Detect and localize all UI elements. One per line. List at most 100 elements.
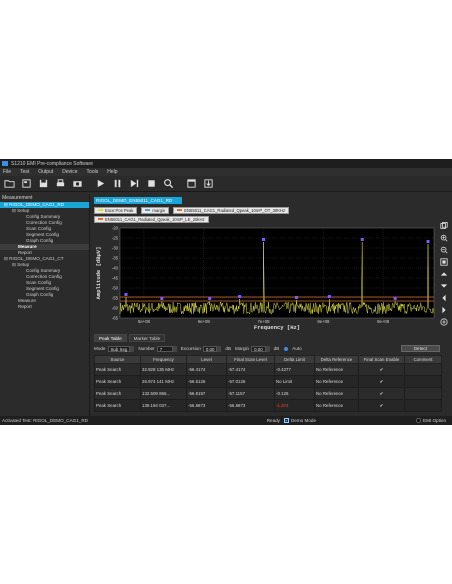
tab-peak-table[interactable]: Peak Table [94, 334, 127, 342]
search-icon[interactable] [161, 177, 175, 190]
table-header-row: Source Frequency Level Final Scan Level … [94, 355, 442, 364]
stop-icon[interactable] [144, 177, 158, 190]
table-row[interactable]: Peak Search 32.928 135 MHz -56.4174 -57.417… [94, 363, 442, 376]
status-bar: Activated Test: RIGOL_DEMO_CAG1_RD Ready… [0, 416, 452, 425]
tree-node-label: Segment Config [26, 232, 59, 237]
table-cell[interactable]: ✔ [358, 375, 405, 388]
menu-help[interactable]: Help [107, 169, 117, 175]
table-cell: -0.126 [274, 387, 315, 400]
app-logo-icon [2, 161, 8, 166]
menu-device[interactable]: Device [62, 169, 77, 175]
new-icon[interactable] [19, 177, 33, 190]
number-stepper[interactable] [172, 345, 177, 352]
peak-marker [393, 297, 397, 300]
peak-marker [360, 238, 364, 241]
table-row[interactable]: Peak Search 26.974 141 MHz -56.6126 -57.012… [94, 375, 442, 388]
table-cell[interactable]: ✔ [358, 363, 405, 376]
y-tick-label: -20 [112, 226, 119, 231]
camera-icon[interactable] [70, 177, 84, 190]
col-delta-reference[interactable]: Delta Reference [314, 355, 359, 364]
legend-limit-1[interactable]: EN55011_CAG1_Radiated_Qpeak_10mP_OT_30KH… [173, 206, 290, 214]
legend-limit-2[interactable]: EN55011_CAG1_Radiated_Qpeak_10mP_LE_20kH… [94, 215, 209, 223]
tree-node-label: Scan Config [26, 226, 52, 231]
table-cell: -56.6873 [226, 399, 275, 412]
table-cell: -57.0126 [226, 375, 275, 388]
y-tick-label: -35 [112, 256, 119, 261]
fit-icon[interactable] [440, 258, 449, 266]
window-title: S1210 EMI Pre-compliance Software [11, 160, 93, 167]
x-tick-label: 5e+08 [138, 319, 151, 324]
menu-test[interactable]: Test [20, 169, 29, 175]
legend-swatch [145, 209, 151, 211]
tree-node[interactable]: Report [0, 304, 89, 310]
window-icon[interactable] [184, 177, 198, 190]
step-icon[interactable] [127, 177, 141, 190]
col-level[interactable]: Level [186, 355, 227, 364]
add-marker-icon[interactable] [440, 318, 449, 326]
col-final-scan-level[interactable]: Final Scan Level [226, 355, 275, 364]
open-folder-icon[interactable] [2, 177, 16, 190]
main-panel: RIGOL_DEMO_EN55011_CAG1_RD trace:Pos Pea… [92, 194, 452, 416]
menu-output[interactable]: Output [38, 169, 53, 175]
table-cell: No Reference [314, 363, 359, 376]
legend-trace[interactable]: trace:Pos Peak [94, 206, 138, 214]
spectrum-plot[interactable]: -20 -25 -30 -35 -40 -45 -50 -55 -60 -65 5e+08 6e+08… [92, 226, 438, 334]
number-input[interactable]: 7 [156, 345, 173, 352]
table-cell[interactable]: ✔ [358, 399, 405, 412]
x-axis-label: Frequency [Hz] [254, 324, 300, 331]
copy-icon[interactable] [440, 222, 449, 230]
activated-test-status: Activated Test: RIGOL_DEMO_CAG1_RD [2, 418, 88, 423]
menu-file[interactable]: File [3, 169, 11, 175]
peak-marker [327, 295, 331, 298]
emi-option-label[interactable]: EMI Option [423, 418, 446, 423]
peak-controls: Mode Sub Seg Number 7 Excursion 0.00 dB … [92, 344, 450, 353]
auto-radio[interactable] [284, 346, 289, 351]
print-icon[interactable] [53, 177, 67, 190]
arrow-up-icon[interactable] [440, 270, 449, 278]
export-icon[interactable] [201, 177, 215, 190]
col-final-scan-enable[interactable]: Final Scan Enable [358, 355, 405, 364]
col-comment[interactable]: Comment [404, 355, 442, 364]
toolbar [0, 176, 452, 192]
y-tick-label: -50 [112, 286, 119, 291]
legend-margin[interactable]: margin [141, 206, 170, 214]
zoom-in-icon[interactable] [440, 234, 449, 242]
tab-marker-table[interactable]: Marker Table [128, 334, 166, 342]
margin-input[interactable]: 0.00 [251, 345, 266, 352]
col-source[interactable]: Source [94, 355, 141, 364]
number-label: Number [138, 346, 155, 351]
legend-label: EN55011_CAG1_Radiated_Qpeak_10mP_LE_20kH… [105, 216, 205, 222]
table-cell[interactable]: ✔ [358, 387, 405, 400]
mode-select[interactable]: Sub Seg [107, 345, 131, 352]
y-axis-label: Amplitude [dBµV] [95, 247, 102, 300]
mode-dropdown-icon[interactable] [130, 345, 135, 352]
table-cell: No Reference [314, 399, 359, 412]
margin-stepper[interactable] [265, 345, 270, 352]
demo-mode-checkbox[interactable]: ✔ [283, 418, 289, 423]
plot-side-tools [438, 222, 450, 326]
table-cell: -57.4174 [226, 363, 275, 376]
play-icon[interactable] [93, 177, 107, 190]
ready-status: Ready [266, 418, 280, 423]
table-row[interactable]: Peak Search 132.509 866... -56.6157 -57.115… [94, 387, 442, 400]
legend-label: trace:Pos Peak [105, 207, 134, 213]
table-row[interactable]: Peak Search 139.194 037... -56.6873 -56.687… [94, 399, 442, 412]
menu-bar: File Test Output Device Tools Help [0, 168, 452, 176]
excursion-input[interactable]: 0.00 [202, 345, 218, 352]
save-icon[interactable] [36, 177, 50, 190]
zoom-out-icon[interactable] [440, 246, 449, 254]
arrow-right-icon[interactable] [440, 306, 449, 314]
tree-node-label: Graph Config [26, 292, 54, 297]
detect-button[interactable]: Detect [400, 345, 440, 352]
table-cell [404, 363, 442, 376]
col-delta-limit[interactable]: Delta Limit [274, 355, 315, 364]
arrow-left-icon[interactable] [440, 294, 449, 302]
menu-tools[interactable]: Tools [87, 169, 99, 175]
tab-measurement[interactable]: RIGOL_DEMO_EN55011_CAG1_RD [94, 197, 182, 204]
excursion-stepper[interactable] [217, 345, 222, 352]
pause-icon[interactable] [110, 177, 124, 190]
col-frequency[interactable]: Frequency [140, 355, 187, 364]
table-cell: Peak Search [94, 387, 141, 400]
arrow-down-icon[interactable] [440, 282, 449, 290]
table-cell: Peak Search [94, 375, 141, 388]
